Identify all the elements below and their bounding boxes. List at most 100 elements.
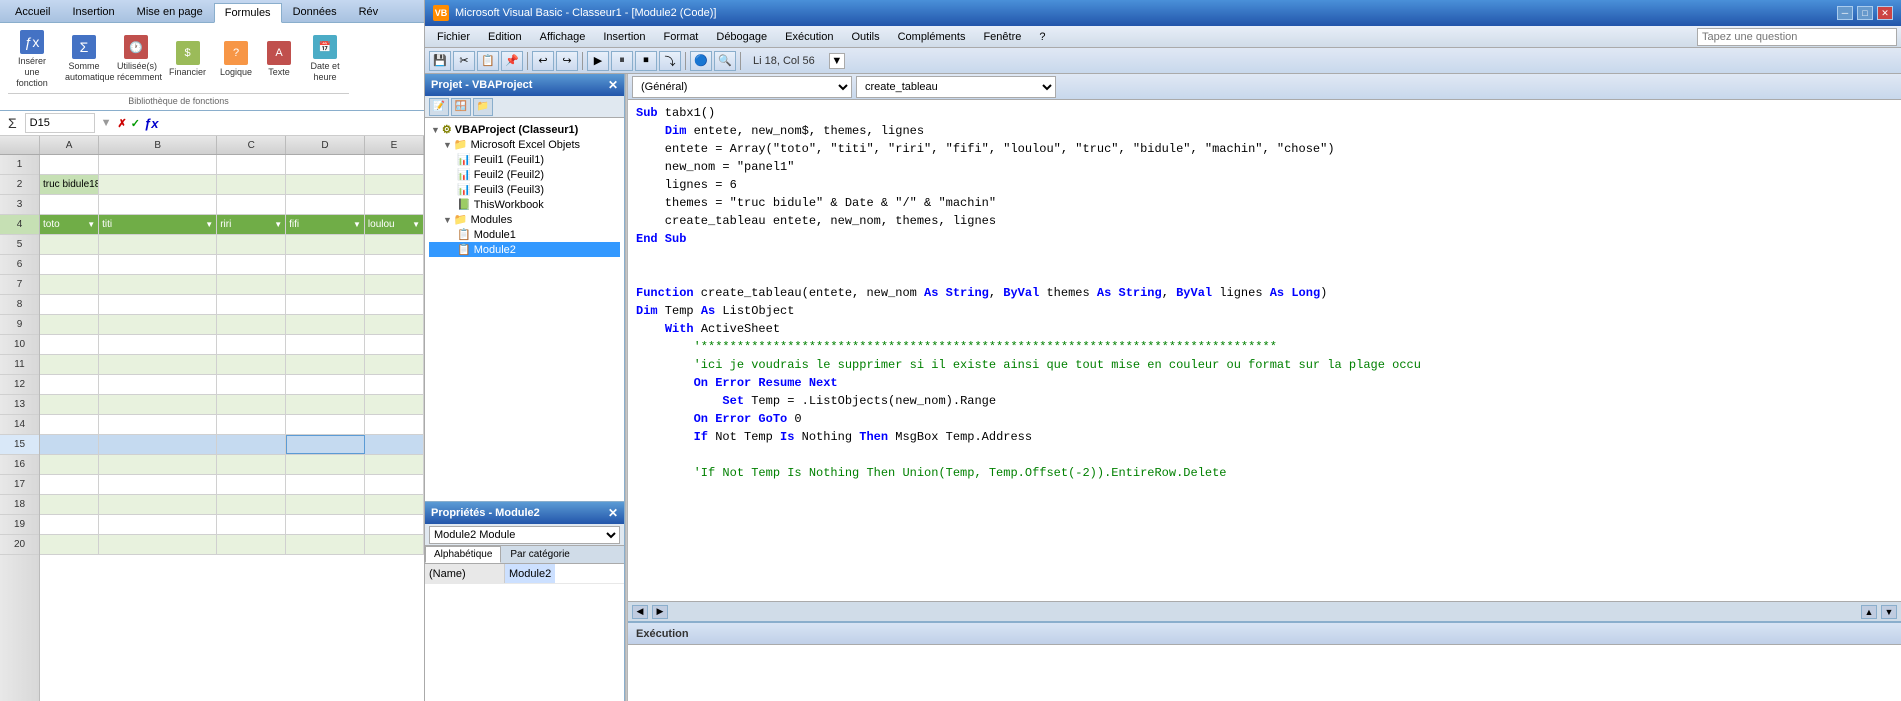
row-header-20[interactable]: 20 — [0, 535, 39, 555]
menu-help[interactable]: ? — [1031, 29, 1053, 45]
fx-icon[interactable]: ƒx — [144, 116, 158, 131]
tree-module1[interactable]: 📋 Module1 — [429, 227, 620, 242]
code-editor[interactable]: Sub tabx1() Dim entete, new_nom$, themes… — [628, 100, 1901, 601]
tree-modules[interactable]: ▼ 📁 Modules — [429, 212, 620, 227]
cell-a3[interactable] — [40, 195, 99, 214]
logical-btn[interactable]: ? Logique — [215, 38, 257, 80]
cell-b3[interactable] — [99, 195, 217, 214]
toolbar-cut[interactable]: ✂ — [453, 51, 475, 71]
project-panel-close[interactable]: ✕ — [608, 78, 618, 92]
cell-a18[interactable] — [40, 495, 99, 514]
menu-format[interactable]: Format — [656, 29, 707, 45]
cell-c3[interactable] — [217, 195, 286, 214]
cell-c18[interactable] — [217, 495, 286, 514]
cell-b20[interactable] — [99, 535, 217, 554]
tab-par-categorie[interactable]: Par catégorie — [501, 546, 578, 563]
financial-btn[interactable]: $ Financier — [164, 38, 211, 80]
tab-donnees[interactable]: Données — [282, 2, 348, 22]
cell-b15[interactable] — [99, 435, 217, 454]
cell-c11[interactable] — [217, 355, 286, 374]
row-header-4[interactable]: 4 — [0, 215, 39, 235]
cell-e19[interactable] — [365, 515, 424, 534]
date-btn[interactable]: 📅 Date et heure — [301, 32, 349, 86]
cell-c15[interactable] — [217, 435, 286, 454]
cell-b4[interactable]: titi ▼ — [99, 215, 217, 234]
row-header-12[interactable]: 12 — [0, 375, 39, 395]
row-header-13[interactable]: 13 — [0, 395, 39, 415]
cell-e5[interactable] — [365, 235, 424, 254]
close-btn[interactable]: ✕ — [1877, 6, 1893, 20]
cell-b11[interactable] — [99, 355, 217, 374]
menu-complements[interactable]: Compléments — [890, 29, 974, 45]
cell-c1[interactable] — [217, 155, 286, 174]
nav-left-btn[interactable]: ◀ — [632, 605, 648, 619]
cell-c5[interactable] — [217, 235, 286, 254]
toolbar-copy[interactable]: 📋 — [477, 51, 499, 71]
toolbar-paste[interactable]: 📌 — [501, 51, 523, 71]
menu-outils[interactable]: Outils — [843, 29, 887, 45]
cell-b17[interactable] — [99, 475, 217, 494]
row-header-17[interactable]: 17 — [0, 475, 39, 495]
view-code-btn[interactable]: 📝 — [429, 98, 449, 116]
cell-c12[interactable] — [217, 375, 286, 394]
cell-e20[interactable] — [365, 535, 424, 554]
col-header-d[interactable]: D — [286, 136, 365, 154]
cell-a1[interactable] — [40, 155, 99, 174]
row-header-2[interactable]: 2 — [0, 175, 39, 195]
cell-c4[interactable]: riri ▼ — [217, 215, 286, 234]
cell-b5[interactable] — [99, 235, 217, 254]
cell-b13[interactable] — [99, 395, 217, 414]
cell-b12[interactable] — [99, 375, 217, 394]
cell-e4[interactable]: loulou ▼ — [365, 215, 424, 234]
dropdown-arrow-d4[interactable]: ▼ — [353, 220, 361, 229]
cell-e8[interactable] — [365, 295, 424, 314]
dropdown-arrow-b4[interactable]: ▼ — [205, 220, 213, 229]
toolbar-save[interactable]: 💾 — [429, 51, 451, 71]
cell-a2[interactable]: truc bidule18/03/2019/machin — [40, 175, 99, 194]
cell-b9[interactable] — [99, 315, 217, 334]
row-header-6[interactable]: 6 — [0, 255, 39, 275]
menu-debogage[interactable]: Débogage — [708, 29, 775, 45]
cell-d13[interactable] — [286, 395, 365, 414]
menu-edition[interactable]: Edition — [480, 29, 530, 45]
tab-formules[interactable]: Formules — [214, 3, 282, 23]
cell-c9[interactable] — [217, 315, 286, 334]
cell-a7[interactable] — [40, 275, 99, 294]
row-header-19[interactable]: 19 — [0, 515, 39, 535]
cell-e1[interactable] — [365, 155, 424, 174]
cell-a5[interactable] — [40, 235, 99, 254]
cell-d6[interactable] — [286, 255, 365, 274]
cell-c17[interactable] — [217, 475, 286, 494]
cell-e2[interactable] — [365, 175, 424, 194]
toggle-folders-btn[interactable]: 📁 — [473, 98, 493, 116]
cell-d7[interactable] — [286, 275, 365, 294]
cell-d2[interactable] — [286, 175, 365, 194]
cell-e13[interactable] — [365, 395, 424, 414]
props-value[interactable]: Module2 — [505, 564, 555, 583]
dropdown-arrow-a4[interactable]: ▼ — [87, 220, 95, 229]
col-header-e[interactable]: E — [365, 136, 424, 154]
cell-a13[interactable] — [40, 395, 99, 414]
cell-b16[interactable] — [99, 455, 217, 474]
cell-c2[interactable] — [217, 175, 286, 194]
nav-up-btn[interactable]: ▲ — [1861, 605, 1877, 619]
cell-d17[interactable] — [286, 475, 365, 494]
cell-c19[interactable] — [217, 515, 286, 534]
cell-c8[interactable] — [217, 295, 286, 314]
cell-a10[interactable] — [40, 335, 99, 354]
row-header-10[interactable]: 10 — [0, 335, 39, 355]
cell-b14[interactable] — [99, 415, 217, 434]
name-box[interactable] — [25, 113, 95, 133]
props-module-select[interactable]: Module2 Module — [429, 526, 620, 544]
row-header-7[interactable]: 7 — [0, 275, 39, 295]
cell-b1[interactable] — [99, 155, 217, 174]
cell-b7[interactable] — [99, 275, 217, 294]
cell-d19[interactable] — [286, 515, 365, 534]
cell-c7[interactable] — [217, 275, 286, 294]
cell-e17[interactable] — [365, 475, 424, 494]
cell-d4[interactable]: fifi ▼ — [286, 215, 365, 234]
dropdown-arrow-e4[interactable]: ▼ — [412, 220, 420, 229]
cell-e15[interactable] — [365, 435, 424, 454]
cell-d8[interactable] — [286, 295, 365, 314]
cell-d14[interactable] — [286, 415, 365, 434]
